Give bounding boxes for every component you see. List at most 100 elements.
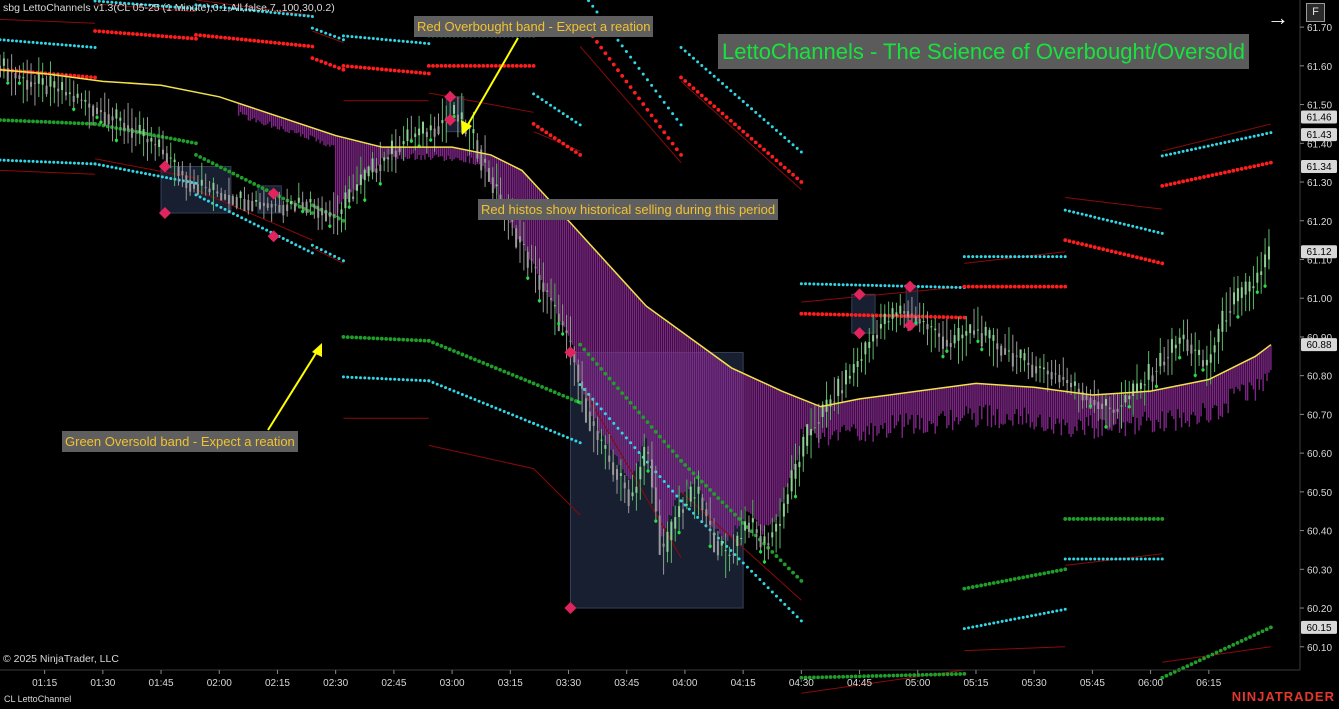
overbought-dot [214,35,219,39]
price-bar-body [88,103,91,108]
oversold-dot [670,449,675,454]
overbought-dot [206,34,211,39]
price-bar-body [200,179,203,186]
oversold-dot [616,386,620,391]
buy-dot [646,469,650,473]
buy-dot [1127,405,1131,409]
price-bar-body [484,158,487,163]
overbought-dot [405,69,410,74]
outer-lower-dot [1156,557,1160,561]
outer-upper-dot [2,38,6,42]
oversold-dot [435,342,440,347]
outer-upper-dot [1223,140,1227,144]
price-bar-body [212,182,215,191]
outer-lower-dot [992,621,996,625]
overbought-dot [285,42,290,46]
outer-upper-dot [1080,212,1084,216]
x-tick-label: 02:45 [381,678,406,689]
price-bar-body [918,318,921,324]
price-bar-body [685,504,688,506]
overbought-dot [979,284,984,289]
x-tick-label: 03:00 [440,678,465,689]
price-bar-body [123,122,126,131]
outer-lower-dot [56,160,60,164]
overbought-dot [704,97,708,101]
oversold-dot [477,359,481,364]
outer-upper-dot [1110,219,1114,223]
outer-upper-dot [341,38,345,42]
oversold-dot [770,550,775,554]
outer-lower-dot [1160,557,1164,561]
price-bar-body [670,521,673,541]
outer-upper-dot [779,132,783,136]
price-bar-body [460,112,463,120]
overbought-dot [611,62,616,67]
outer-upper-dot [1177,150,1181,154]
buy-dot [793,494,798,499]
price-bar-body [1256,272,1259,283]
outer-lower-dot [64,161,68,165]
overbought-dot [1075,241,1080,246]
oversold-dot [611,381,616,386]
buy-dot [941,354,945,359]
buy-dot [708,544,712,548]
price-bar-body [1170,339,1173,353]
price-bar-body [387,157,390,160]
overbought-dot [1189,177,1194,182]
outer-lower-dot [202,197,206,201]
arrow-right-icon[interactable]: → [1266,6,1290,30]
y-tick-label: 61.00 [1307,294,1332,305]
outer-lower-dot [236,214,240,218]
buy-dot [1255,290,1259,294]
oversold-dot [35,119,40,124]
outer-upper-dot [1013,255,1017,259]
price-bar-body [895,312,898,317]
f-button[interactable]: F [1306,3,1325,22]
oversold-dot [912,673,917,677]
overbought-dot [392,68,397,73]
buy-dot [654,519,658,523]
price-bar-body [635,486,638,493]
price-marker-label: 61.12 [1306,247,1331,258]
oversold-dot [350,335,354,340]
overbought-dot [1084,243,1089,248]
outer-upper-dot [1105,218,1109,222]
overbought-dot [431,63,435,68]
price-bar-body [720,540,723,546]
outer-upper-dot [1114,220,1118,224]
outer-lower-dot [570,437,574,441]
price-bar-body [1236,288,1239,302]
price-bar-body [604,445,607,449]
price-bar-body [96,107,99,114]
outer-upper-dot [762,118,766,122]
oversold-dot [214,163,219,168]
overbought-dot [1193,176,1198,181]
price-bar-body [643,446,646,466]
outer-lower-dot [260,226,264,230]
price-bar-body [76,93,79,98]
outer-lower-dot [160,175,164,179]
outer-lower-dot [485,403,489,407]
price-bar-body [813,427,816,429]
price-bar-body [1264,254,1267,268]
outer-upper-dot [397,39,401,43]
price-bar-body [1108,407,1111,409]
price-bar-body [530,259,533,261]
outer-lower-dot [346,375,350,379]
overbought-dot [1223,170,1227,175]
overbought-dot [375,67,380,71]
outer-upper-dot [570,117,574,121]
overbought-dot [724,115,729,120]
price-bar-body [883,313,886,325]
outer-upper-dot [658,95,662,99]
outer-upper-dot [31,40,35,44]
outer-lower-dot [608,417,612,421]
overbought-dot [824,312,829,317]
outer-lower-dot [1051,610,1055,614]
overbought-dot [231,36,236,41]
outer-upper-dot [950,285,954,289]
overbought-dot [97,29,102,34]
overbought-dot [523,63,528,68]
price-bar-body [1151,375,1154,382]
oversold-dot [367,336,371,340]
